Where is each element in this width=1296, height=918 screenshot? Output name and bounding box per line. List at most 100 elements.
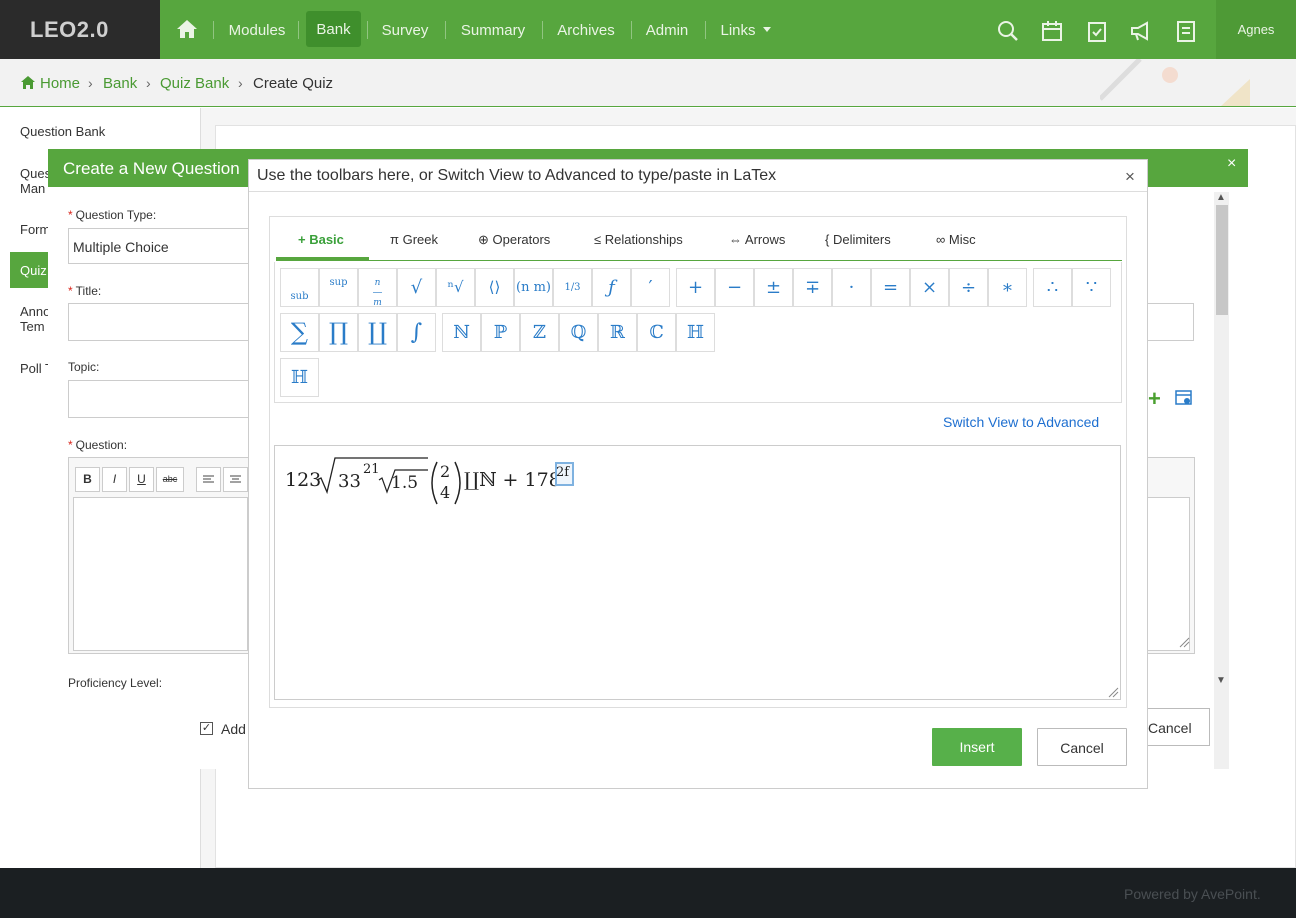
strikethrough-button[interactable]: abc [156, 467, 184, 492]
primes-button[interactable]: ℙ [481, 313, 520, 352]
settings-icon[interactable] [1175, 390, 1193, 407]
angle-brackets-button[interactable]: ⟨⟩ [475, 268, 514, 307]
create-question-close-icon[interactable]: × [1227, 155, 1236, 173]
nav-archives[interactable]: Archives [550, 0, 622, 59]
links-dropdown-icon[interactable] [763, 27, 771, 32]
subscript-button[interactable]: sub [280, 268, 319, 307]
therefore-button[interactable]: ∴ [1033, 268, 1072, 307]
nth-root-button[interactable]: ⁿ√ [436, 268, 475, 307]
square-root-button[interactable]: √ [397, 268, 436, 307]
rationals-button[interactable]: ℚ [559, 313, 598, 352]
megaphone-icon[interactable] [1130, 20, 1152, 42]
because-button[interactable]: ∵ [1072, 268, 1111, 307]
home-icon[interactable] [176, 19, 198, 39]
scroll-down-icon[interactable]: ▼ [1216, 675, 1226, 686]
integers-button[interactable]: ℤ [520, 313, 559, 352]
footer-text: Powered by AvePoint. [1124, 886, 1261, 902]
create-question-scrollbar-thumb[interactable] [1216, 205, 1228, 315]
breadcrumb-bank[interactable]: Bank [103, 75, 137, 92]
breadcrumb-home[interactable]: Home [40, 75, 80, 92]
equals-button[interactable]: = [871, 268, 910, 307]
nav-bank[interactable]: Bank [306, 11, 361, 47]
topic-input[interactable] [68, 380, 258, 418]
formula-inner-radicand: 1.5 [391, 473, 419, 493]
plus-minus-button[interactable]: ± [754, 268, 793, 307]
task-icon[interactable] [1086, 20, 1108, 42]
function-button[interactable]: ƒ [592, 268, 631, 307]
nav-modules[interactable]: Modules [222, 0, 292, 59]
footer [0, 868, 1296, 918]
sidebar-item-announcement-template[interactable]: Anno Tem [20, 304, 50, 334]
tab-basic[interactable]: + Basic [298, 232, 344, 247]
tab-misc[interactable]: ∞ Misc [936, 232, 976, 247]
switch-view-advanced-link[interactable]: Switch View to Advanced [943, 414, 1099, 430]
plus-button[interactable]: + [676, 268, 715, 307]
tab-arrows[interactable]: ⇔ Arrows [729, 232, 785, 247]
align-left-button[interactable] [196, 467, 221, 492]
naturals-button[interactable]: ℕ [442, 313, 481, 352]
bold-button[interactable]: B [75, 467, 100, 492]
app-logo[interactable]: LEO2.0 [0, 0, 160, 59]
binomial-button[interactable]: (n m) [514, 268, 553, 307]
underline-button[interactable]: U [129, 467, 154, 492]
create-question-cancel-button[interactable]: Cancel [1148, 708, 1210, 746]
equation-editor-title: Use the toolbars here, or Switch View to… [257, 167, 777, 184]
summation-button[interactable]: ∑ [280, 313, 319, 352]
minus-button[interactable]: − [715, 268, 754, 307]
prime-button[interactable]: ′ [631, 268, 670, 307]
cancel-button[interactable]: Cancel [1037, 728, 1127, 766]
sidebar-item-quiz[interactable]: Quiz [20, 263, 47, 278]
user-menu[interactable]: Agnes [1216, 0, 1296, 59]
formula-tail: ∐ℕ + 178 [464, 469, 561, 491]
nav-links[interactable]: Links [712, 0, 764, 59]
tab-delimiters[interactable]: { Delimiters [825, 232, 891, 247]
integral-button[interactable]: ∫ [397, 313, 436, 352]
product-button[interactable]: ∏ [319, 313, 358, 352]
title-divider [249, 191, 1147, 192]
align-center-button[interactable] [223, 467, 248, 492]
divide-button[interactable]: ÷ [949, 268, 988, 307]
equation-editor-close-icon[interactable]: × [1125, 167, 1135, 187]
small-fraction-button[interactable]: 1/3 [553, 268, 592, 307]
add-checkbox[interactable]: ✓ [200, 722, 213, 735]
title-input[interactable] [68, 303, 258, 341]
asterisk-button[interactable]: ∗ [988, 268, 1027, 307]
breadcrumb-quiz-bank[interactable]: Quiz Bank [160, 75, 229, 92]
document-icon[interactable] [1175, 20, 1197, 42]
search-icon[interactable] [997, 20, 1019, 42]
minus-plus-button[interactable]: ∓ [793, 268, 832, 307]
dot-button[interactable]: · [832, 268, 871, 307]
sidebar-item-label: Man [20, 181, 46, 196]
question-resize-handle-icon[interactable] [1178, 636, 1190, 648]
formula-root-index: 21 [363, 462, 380, 477]
superscript-button[interactable]: sup [319, 268, 358, 307]
breadcrumb-separator: › [146, 75, 151, 91]
nav-admin[interactable]: Admin [638, 0, 696, 59]
tab-relationships[interactable]: ≤ Relationships [594, 232, 683, 247]
quaternions-button[interactable]: ℍ [676, 313, 715, 352]
insert-button[interactable]: Insert [932, 728, 1022, 766]
times-button[interactable]: × [910, 268, 949, 307]
calendar-icon[interactable] [1041, 20, 1063, 42]
scroll-up-icon[interactable]: ▲ [1216, 192, 1226, 203]
add-icon[interactable]: + [1148, 388, 1161, 410]
tab-divider [276, 260, 1122, 261]
sidebar-item-question-bank[interactable]: Question Bank [20, 124, 105, 139]
resize-handle-icon[interactable] [1107, 686, 1119, 698]
quaternions-button-2[interactable]: ℍ [280, 358, 319, 397]
decorative-pencil-graphic [1100, 59, 1250, 106]
italic-button[interactable]: I [102, 467, 127, 492]
tab-greek[interactable]: π Greek [390, 232, 438, 247]
nav-summary[interactable]: Summary [452, 0, 534, 59]
nav-survey[interactable]: Survey [374, 0, 436, 59]
question-type-label: * Question Type: [68, 208, 157, 222]
fraction-button[interactable]: n ― m [358, 268, 397, 308]
sidebar-item-form[interactable]: Form [20, 222, 50, 237]
question-text-area[interactable] [73, 497, 248, 651]
coproduct-button[interactable]: ∐ [358, 313, 397, 352]
reals-button[interactable]: ℝ [598, 313, 637, 352]
tab-operators[interactable]: ⊕ Operators [478, 232, 550, 248]
create-question-dialog-title: Create a New Question [63, 159, 240, 178]
complex-button[interactable]: ℂ [637, 313, 676, 352]
sidebar-item-question-management[interactable]: Ques Man [20, 166, 51, 196]
